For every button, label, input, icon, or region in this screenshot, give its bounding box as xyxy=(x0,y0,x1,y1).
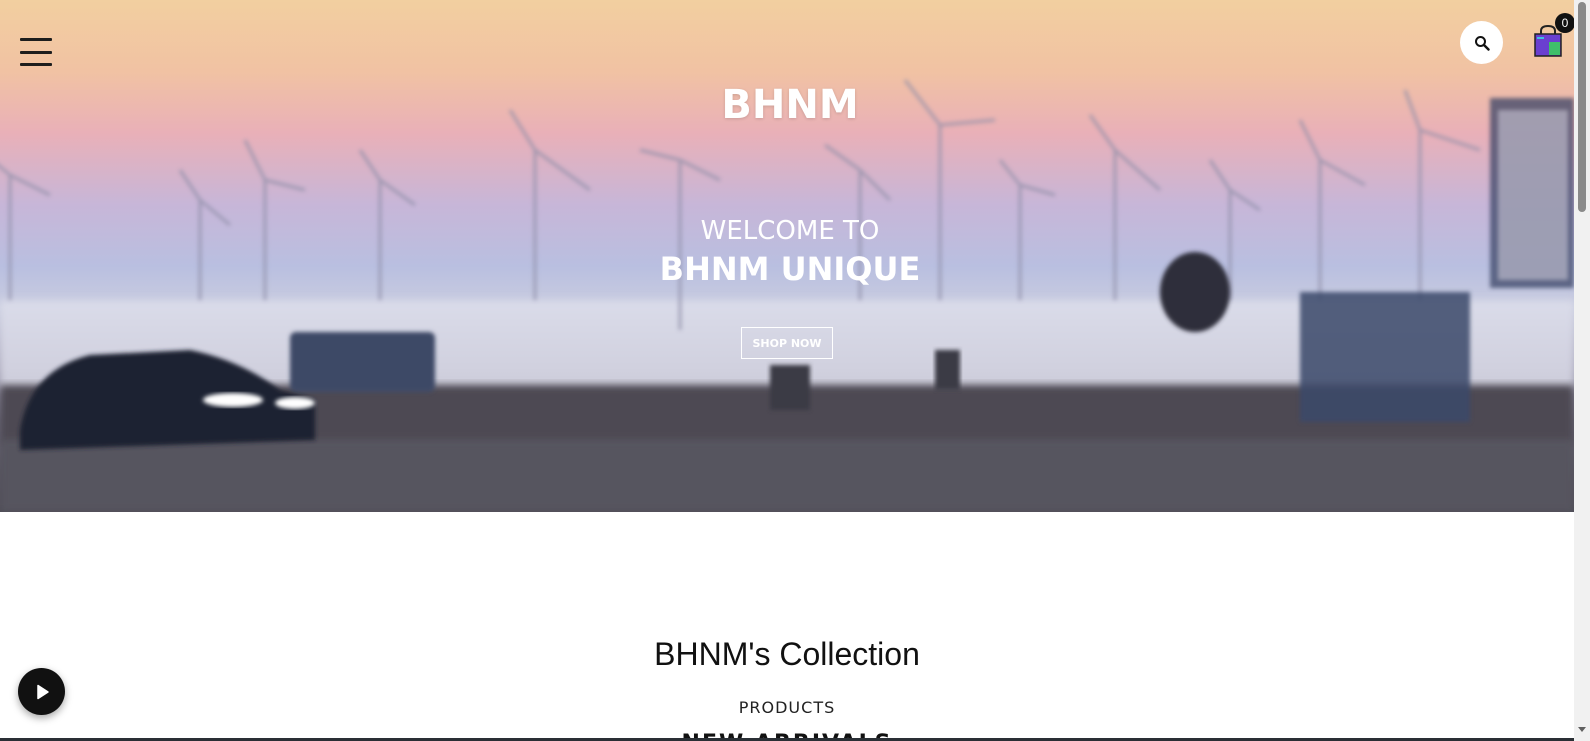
page: 0 BHNM WELCOME TO BHNM UNIQUE SHOP NOW B… xyxy=(0,0,1590,741)
products-subtitle: PRODUCTS xyxy=(738,698,836,717)
cart-count-badge: 0 xyxy=(1555,13,1574,33)
hero-welcome-line: WELCOME TO xyxy=(700,216,880,246)
search-icon xyxy=(1474,35,1490,51)
menu-line xyxy=(20,50,52,54)
brand-logo-text[interactable]: BHNM xyxy=(0,82,1574,128)
menu-line xyxy=(20,38,52,41)
hamburger-menu-icon[interactable] xyxy=(20,36,52,68)
page-scrollbar[interactable] xyxy=(1574,0,1590,741)
search-button[interactable] xyxy=(1460,21,1503,64)
scrollbar-thumb[interactable] xyxy=(1578,2,1586,212)
shop-now-button[interactable]: SHOP NOW xyxy=(741,327,833,359)
video-play-button[interactable] xyxy=(18,668,65,715)
play-icon xyxy=(36,684,49,699)
menu-line xyxy=(20,63,52,66)
collection-title: BHNM's Collection xyxy=(654,636,920,672)
scroll-down-arrow[interactable] xyxy=(1578,727,1586,732)
hero-title: BHNM UNIQUE xyxy=(659,250,921,288)
hero-banner: 0 BHNM WELCOME TO BHNM UNIQUE SHOP NOW xyxy=(0,0,1574,512)
